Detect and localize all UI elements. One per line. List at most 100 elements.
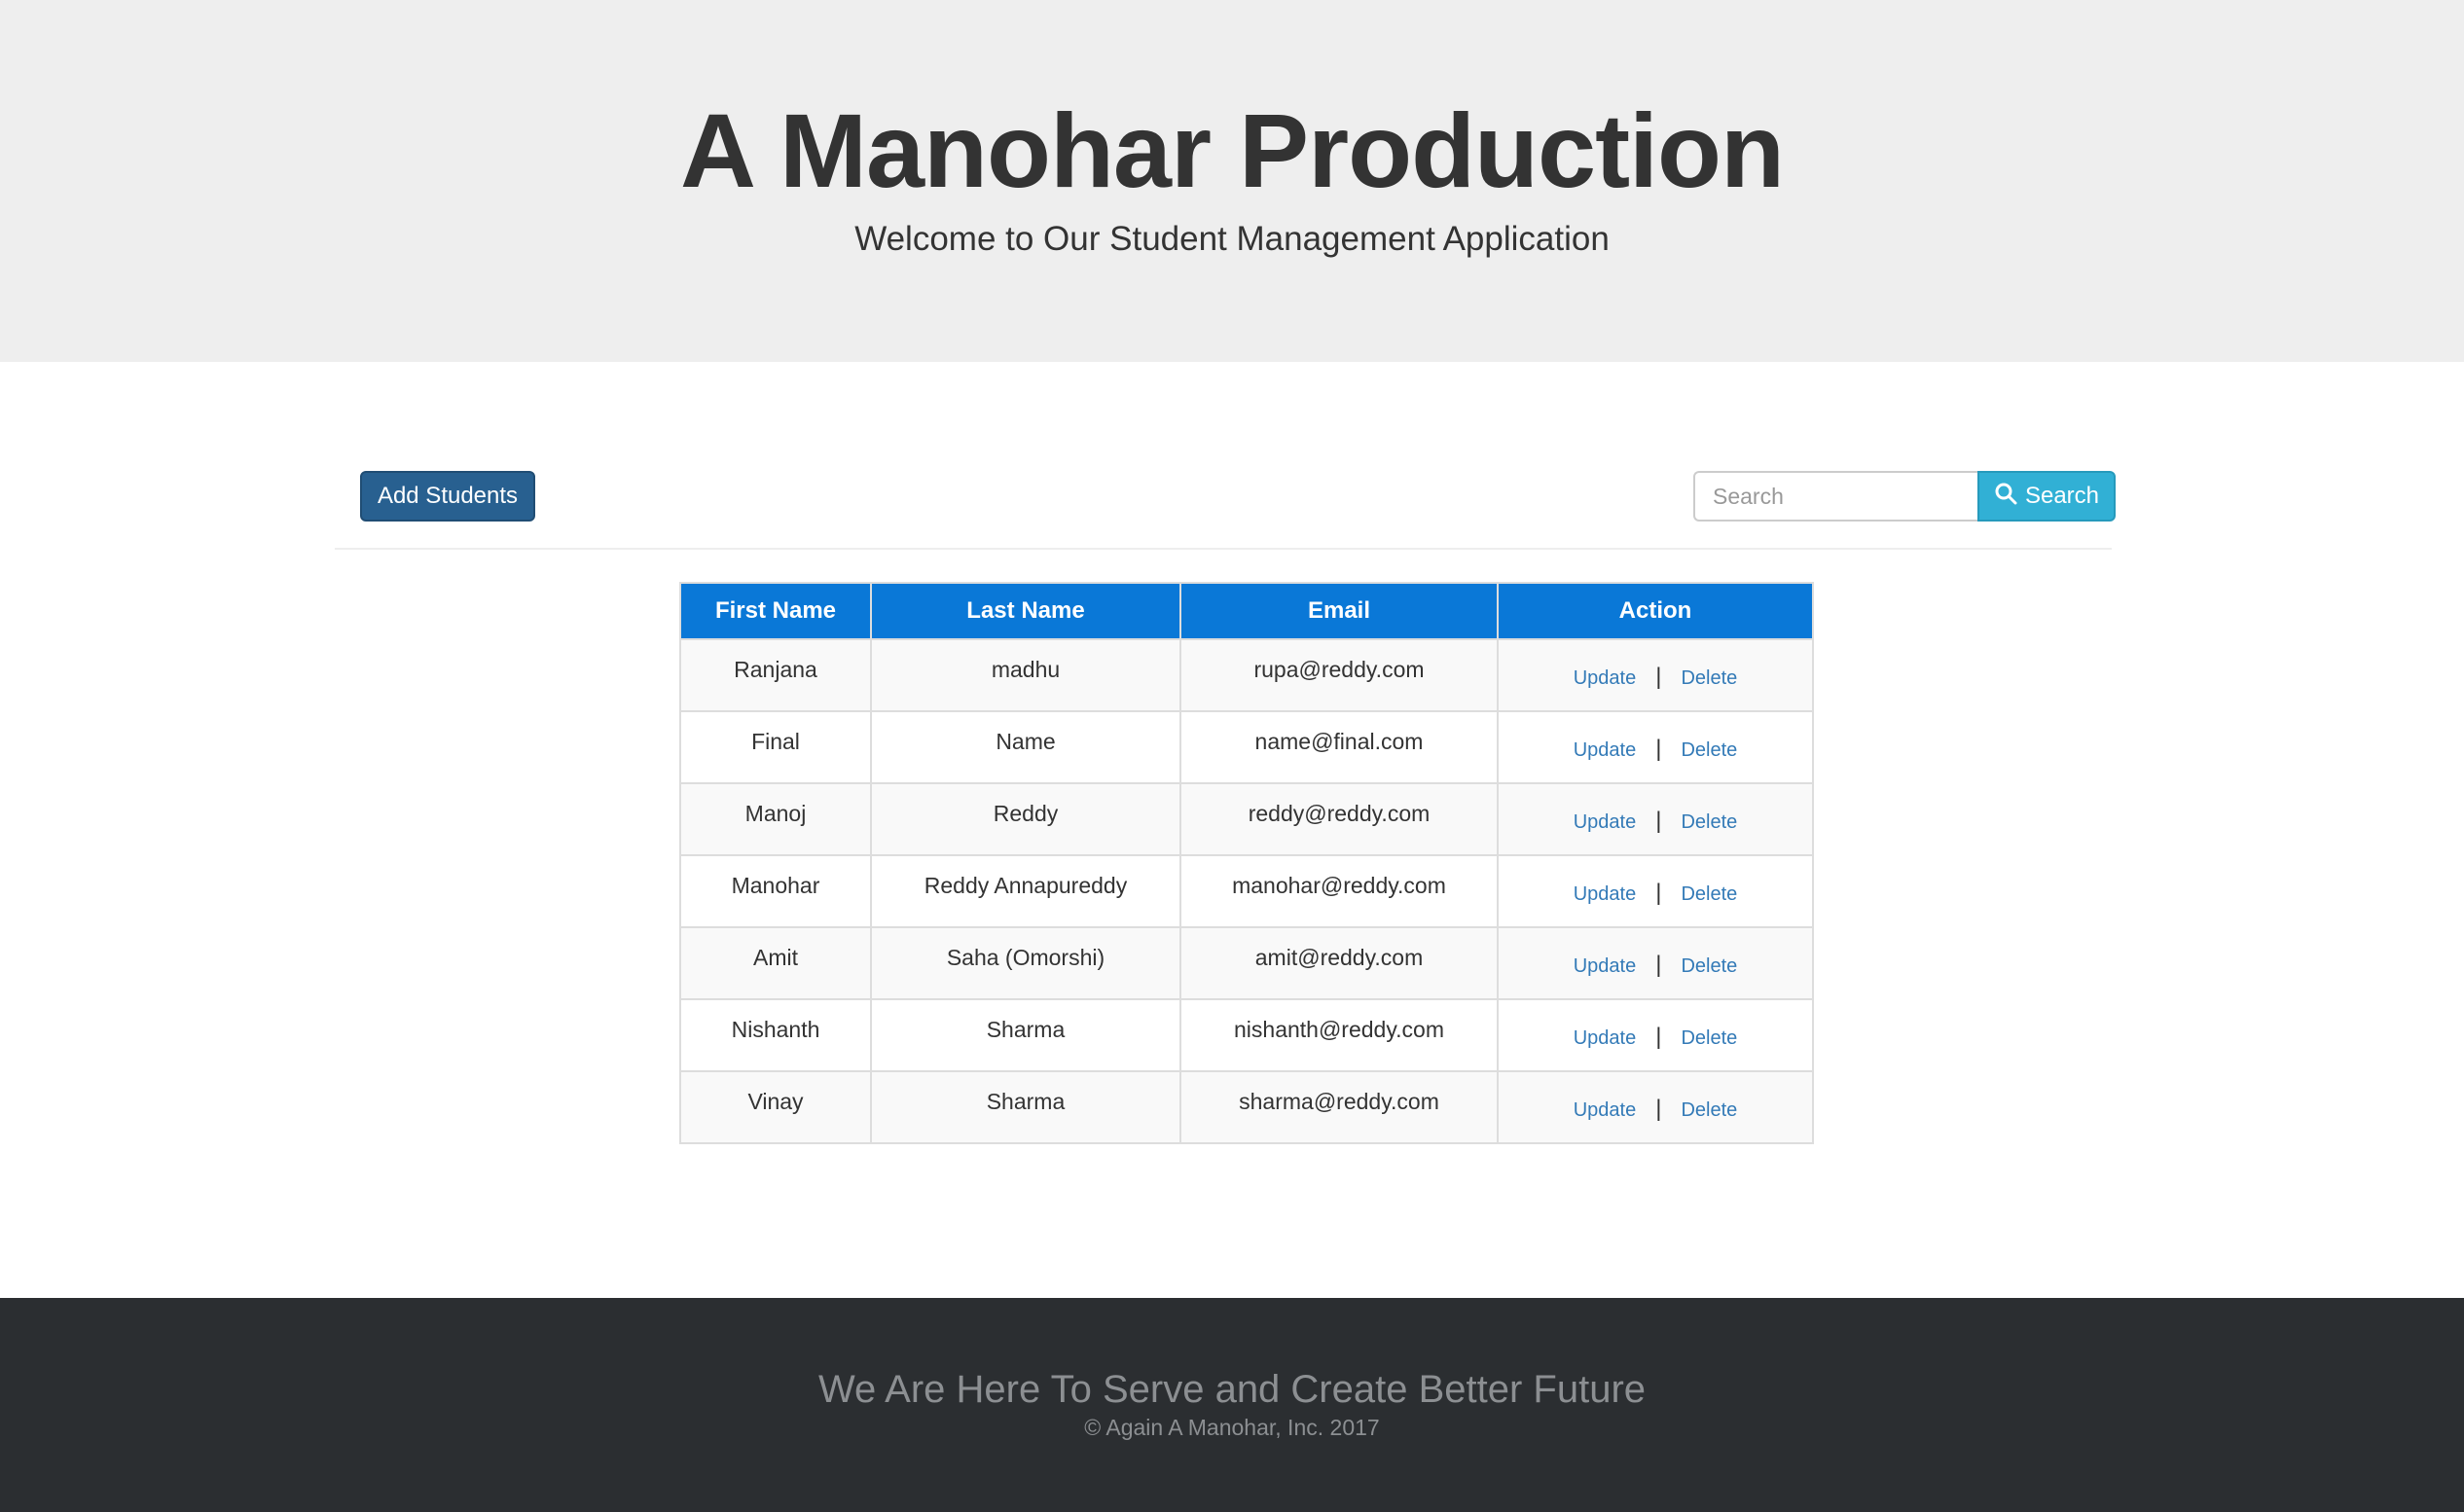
- search-input[interactable]: [1693, 471, 1977, 522]
- action-separator: |: [1655, 736, 1662, 762]
- update-link[interactable]: Update: [1574, 1027, 1637, 1049]
- action-separator: |: [1655, 1024, 1662, 1050]
- cell-first-name: Nishanth: [679, 998, 872, 1072]
- cell-action: Update | Delete: [1497, 782, 1814, 856]
- cell-email: manohar@reddy.com: [1179, 854, 1499, 928]
- table-row: Ranjana madhu rupa@reddy.com Update | Dele…: [679, 638, 1814, 712]
- cell-first-name: Manoj: [679, 782, 872, 856]
- cell-first-name: Vinay: [679, 1070, 872, 1144]
- table-row: Manohar Reddy Annapureddy manohar@reddy.…: [679, 854, 1814, 928]
- delete-link[interactable]: Delete: [1681, 883, 1737, 905]
- delete-link[interactable]: Delete: [1681, 667, 1737, 689]
- row-actions: Update | Delete: [1499, 856, 1812, 908]
- cell-email: amit@reddy.com: [1179, 926, 1499, 1000]
- update-link[interactable]: Update: [1574, 955, 1637, 977]
- last-name: Reddy: [993, 801, 1059, 826]
- search-group: Search: [1693, 471, 2116, 522]
- cell-email: nishanth@reddy.com: [1179, 998, 1499, 1072]
- search-button-label: Search: [2024, 483, 2100, 509]
- column-header-first-name: First Name: [679, 582, 872, 640]
- table-header-row: First Name Last Name Email Action: [679, 582, 1814, 640]
- row-actions: Update | Delete: [1499, 1000, 1812, 1052]
- delete-link[interactable]: Delete: [1681, 1027, 1737, 1049]
- add-students-button[interactable]: Add Students: [360, 471, 535, 522]
- delete-link[interactable]: Delete: [1681, 955, 1737, 977]
- email: amit@reddy.com: [1254, 945, 1424, 970]
- column-header-email: Email: [1179, 582, 1499, 640]
- cell-action: Update | Delete: [1497, 638, 1814, 712]
- cell-action: Update | Delete: [1497, 926, 1814, 1000]
- column-header-last-name: Last Name: [870, 582, 1181, 640]
- cell-action: Update | Delete: [1497, 854, 1814, 928]
- last-name: Sharma: [986, 1017, 1066, 1042]
- footer-copyright: © Again A Manohar, Inc. 2017: [1084, 1415, 1380, 1440]
- cell-last-name: madhu: [870, 638, 1181, 712]
- first-name: Final: [751, 729, 800, 754]
- cell-last-name: Sharma: [870, 1070, 1181, 1144]
- last-name: Reddy Annapureddy: [924, 873, 1128, 898]
- row-actions: Update | Delete: [1499, 784, 1812, 836]
- delete-link[interactable]: Delete: [1681, 811, 1737, 833]
- page-title: A Manohar Production: [680, 91, 1785, 209]
- update-link[interactable]: Update: [1574, 667, 1637, 689]
- first-name: Nishanth: [731, 1017, 820, 1042]
- cell-last-name: Reddy Annapureddy: [870, 854, 1181, 928]
- update-link[interactable]: Update: [1574, 739, 1637, 761]
- email: sharma@reddy.com: [1239, 1089, 1439, 1114]
- last-name: Name: [996, 729, 1056, 754]
- email: manohar@reddy.com: [1232, 873, 1446, 898]
- row-actions: Update | Delete: [1499, 928, 1812, 980]
- first-name: Amit: [753, 945, 798, 970]
- cell-email: reddy@reddy.com: [1179, 782, 1499, 856]
- footer-tagline: We Are Here To Serve and Create Better F…: [817, 1368, 1647, 1411]
- first-name: Manohar: [731, 873, 820, 898]
- cell-last-name: Saha (Omorshi): [870, 926, 1181, 1000]
- cell-first-name: Manohar: [679, 854, 872, 928]
- search-button[interactable]: Search: [1977, 471, 2116, 522]
- table-row: Vinay Sharma sharma@reddy.com Update | Del…: [679, 1070, 1814, 1144]
- table-row: Manoj Reddy reddy@reddy.com Update | Delet…: [679, 782, 1814, 856]
- first-name: Manoj: [744, 801, 807, 826]
- cell-last-name: Sharma: [870, 998, 1181, 1072]
- footer: We Are Here To Serve and Create Better F…: [0, 1298, 2464, 1512]
- email: rupa@reddy.com: [1253, 657, 1425, 682]
- table-row: Amit Saha (Omorshi) amit@reddy.com Updat…: [679, 926, 1814, 1000]
- cell-last-name: Reddy: [870, 782, 1181, 856]
- delete-link[interactable]: Delete: [1681, 1099, 1737, 1121]
- cell-first-name: Amit: [679, 926, 872, 1000]
- table-row: Final Name name@final.com Update | Delete: [679, 710, 1814, 784]
- row-actions: Update | Delete: [1499, 712, 1812, 764]
- email: nishanth@reddy.com: [1234, 1017, 1444, 1042]
- cell-email: sharma@reddy.com: [1179, 1070, 1499, 1144]
- first-name: Ranjana: [734, 657, 817, 682]
- cell-email: name@final.com: [1179, 710, 1499, 784]
- row-actions: Update | Delete: [1499, 1072, 1812, 1124]
- page-subtitle: Welcome to Our Student Management Applic…: [854, 220, 1610, 258]
- students-table: First Name Last Name Email Action Ranjan…: [679, 582, 1814, 1144]
- action-separator: |: [1655, 664, 1662, 690]
- page: A Manohar Production Welcome to Our Stud…: [0, 0, 2464, 1512]
- cell-last-name: Name: [870, 710, 1181, 784]
- table-row: Nishanth Sharma nishanth@reddy.com Updat…: [679, 998, 1814, 1072]
- last-name: Sharma: [986, 1089, 1066, 1114]
- action-separator: |: [1655, 808, 1662, 834]
- email: reddy@reddy.com: [1248, 801, 1431, 826]
- first-name: Vinay: [747, 1089, 804, 1114]
- last-name: madhu: [991, 657, 1061, 682]
- update-link[interactable]: Update: [1574, 811, 1637, 833]
- cell-first-name: Final: [679, 710, 872, 784]
- row-actions: Update | Delete: [1499, 640, 1812, 692]
- action-separator: |: [1655, 952, 1662, 978]
- action-separator: |: [1655, 1096, 1662, 1122]
- delete-link[interactable]: Delete: [1681, 739, 1737, 761]
- divider: [335, 548, 2112, 550]
- update-link[interactable]: Update: [1574, 883, 1637, 905]
- cell-action: Update | Delete: [1497, 710, 1814, 784]
- last-name: Saha (Omorshi): [946, 945, 1105, 970]
- cell-email: rupa@reddy.com: [1179, 638, 1499, 712]
- update-link[interactable]: Update: [1574, 1099, 1637, 1121]
- search-icon: [1994, 482, 2017, 512]
- action-separator: |: [1655, 880, 1662, 906]
- column-header-action: Action: [1497, 582, 1814, 640]
- email: name@final.com: [1254, 729, 1424, 754]
